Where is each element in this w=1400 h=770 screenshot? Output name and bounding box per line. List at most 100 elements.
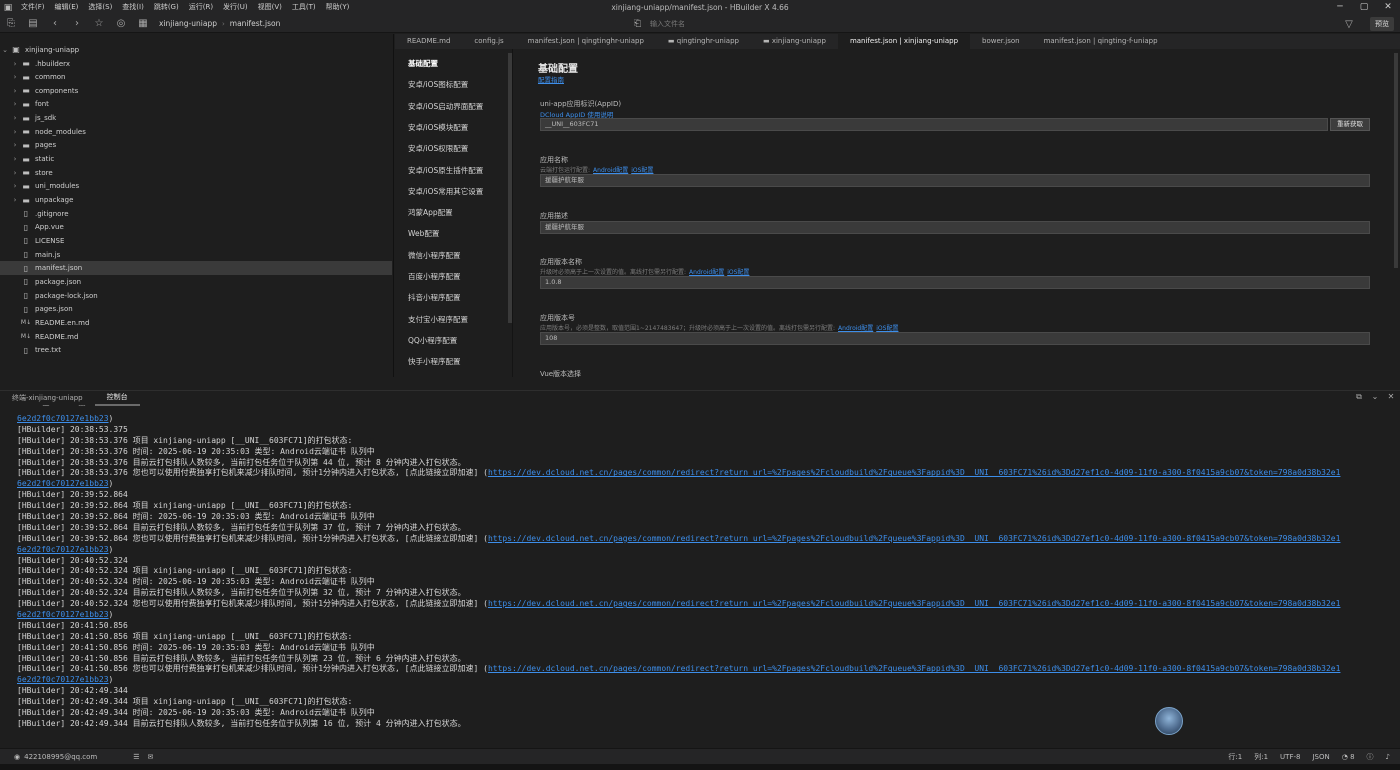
minimize-icon[interactable]: ─ (1328, 0, 1352, 15)
tree-folder[interactable]: › ▬ uni_modules (0, 180, 392, 194)
encoding[interactable]: UTF-8 (1280, 753, 1300, 761)
filter-icon[interactable]: ▽ (1338, 19, 1360, 30)
console-link[interactable]: https://dev.dcloud.net.cn/pages/common/r… (488, 599, 1341, 608)
editor-tab[interactable]: ▬ xinjiang-uniapp (751, 34, 838, 49)
config-nav-item[interactable]: 鸿蒙App配置 (408, 207, 453, 218)
menu-item[interactable]: 帮助(Y) (321, 0, 355, 15)
console-link[interactable]: 6e2d2f0c70127e1bb23 (17, 610, 109, 619)
tree-file[interactable]: ▯ .gitignore (0, 207, 392, 221)
menu-item[interactable]: 查找(I) (117, 0, 149, 15)
version-code-input[interactable]: 108 (540, 332, 1370, 345)
console-link[interactable]: 6e2d2f0c70127e1bb23 (17, 414, 109, 423)
nav-scrollbar[interactable] (508, 53, 512, 323)
app-name-android-link[interactable]: Android配置 (593, 167, 628, 174)
tree-folder[interactable]: › ▬ unpackage (0, 193, 392, 207)
version-name-input[interactable]: 1.0.8 (540, 276, 1370, 289)
menu-item[interactable]: 视图(V) (253, 0, 287, 15)
info-icon[interactable]: ⓘ (1367, 752, 1374, 762)
tree-file[interactable]: ▯ main.js (0, 248, 392, 262)
star-icon[interactable]: ☆ (88, 18, 110, 29)
language-mode[interactable]: JSON (1312, 753, 1329, 761)
config-guide-link[interactable]: 配置指南 (538, 74, 564, 84)
bell-icon[interactable]: ♪ (1386, 753, 1390, 761)
tree-file[interactable]: M↓ README.md (0, 330, 392, 344)
console-link[interactable]: https://dev.dcloud.net.cn/pages/common/r… (488, 534, 1341, 543)
breadcrumb-file[interactable]: manifest.json (225, 19, 286, 28)
config-nav-item[interactable]: Web配置 (408, 228, 439, 239)
tree-folder[interactable]: › ▬ components (0, 84, 392, 98)
menu-item[interactable]: 选择(S) (83, 0, 117, 15)
file-search[interactable]: ⎗ 输入文件名 (634, 17, 774, 31)
tree-file[interactable]: M↓ README.en.md (0, 316, 392, 330)
back-icon[interactable]: ‹ (44, 18, 66, 29)
tab-terminal[interactable]: 终端-xinjiang-uniapp (0, 392, 95, 405)
console-link[interactable]: 6e2d2f0c70127e1bb23 (17, 479, 109, 488)
editor-tab[interactable]: manifest.json | xinjiang-uniapp (837, 34, 971, 49)
editor-tab[interactable]: manifest.json | qingtinghr-uniapp (516, 34, 656, 49)
editor-tab[interactable]: manifest.json | qingting-f-uniapp (1032, 34, 1170, 49)
tree-file[interactable]: ▯ App.vue (0, 221, 392, 235)
tree-folder[interactable]: › ▬ node_modules (0, 125, 392, 139)
menu-item[interactable]: 跳转(G) (149, 0, 184, 15)
breadcrumb-project[interactable]: xinjiang-uniapp (154, 19, 222, 28)
editor-tab[interactable]: config.js (462, 34, 515, 49)
version-name-ios-link[interactable]: iOS配置 (727, 269, 749, 276)
config-nav-item[interactable]: 安卓/iOS模块配置 (408, 122, 468, 133)
cursor-column[interactable]: 列:1 (1254, 752, 1268, 762)
menu-item[interactable]: 文件(F) (16, 0, 50, 15)
tree-folder[interactable]: › ▬ store (0, 166, 392, 180)
editor-tab[interactable]: ▬ qingtinghr-uniapp (656, 34, 751, 49)
menu-item[interactable]: 运行(R) (184, 0, 218, 15)
console-link[interactable]: 6e2d2f0c70127e1bb23 (17, 545, 109, 554)
config-nav-item[interactable]: 支付宝小程序配置 (408, 314, 468, 325)
run-icon[interactable]: ◎ (110, 18, 132, 29)
config-nav-item[interactable]: 安卓/iOS常用其它设置 (408, 186, 483, 197)
tree-file[interactable]: ▯ tree.txt (0, 343, 392, 357)
tree-folder[interactable]: › ▬ .hbuilderx (0, 57, 392, 71)
tree-folder[interactable]: › ▬ common (0, 70, 392, 84)
version-name-android-link[interactable]: Android配置 (689, 269, 724, 276)
maximize-icon[interactable]: ▢ (1352, 0, 1376, 15)
tree-file[interactable]: ▯ package.json (0, 275, 392, 289)
config-nav-item[interactable]: 安卓/iOS启动界面配置 (408, 101, 483, 112)
config-nav-item[interactable]: 快手小程序配置 (408, 356, 461, 367)
config-nav-item[interactable]: 安卓/iOS原生插件配置 (408, 165, 483, 176)
user-account[interactable]: ◉ 422108995@qq.com (0, 753, 97, 761)
tree-root[interactable]: ⌄ ▣ xinjiang-uniapp (0, 43, 392, 57)
form-scrollbar[interactable] (1394, 53, 1398, 268)
tree-file[interactable]: ▯ pages.json (0, 302, 392, 316)
tree-folder[interactable]: › ▬ pages (0, 139, 392, 153)
config-nav-item[interactable]: 安卓/iOS图标配置 (408, 79, 468, 90)
tree-folder[interactable]: › ▬ font (0, 98, 392, 112)
close-icon[interactable]: ✕ (1376, 0, 1400, 15)
maximize-panel-icon[interactable]: ⧉ (1354, 392, 1364, 402)
config-nav-item[interactable]: 基础配置 (408, 58, 438, 69)
tree-folder[interactable]: › ▬ js_sdk (0, 111, 392, 125)
appid-input[interactable]: __UNI__603FC71 (540, 118, 1328, 131)
tab-console[interactable]: 控制台 (94, 391, 140, 406)
app-name-ios-link[interactable]: iOS配置 (631, 167, 653, 174)
console-link[interactable]: https://dev.dcloud.net.cn/pages/common/r… (488, 664, 1341, 673)
file-search-input[interactable]: 输入文件名 (650, 19, 685, 29)
refresh-appid-button[interactable]: 重新获取 (1330, 118, 1370, 131)
editor-tab[interactable]: bower.json (970, 34, 1032, 49)
tree-file[interactable]: ▯ manifest.json (0, 261, 392, 276)
clear-console-icon[interactable]: ✕ (1386, 392, 1396, 402)
config-nav-item[interactable]: 微信小程序配置 (408, 250, 461, 261)
message-icon[interactable]: ✉ (148, 753, 154, 761)
tree-folder[interactable]: › ▬ static (0, 152, 392, 166)
editor-tab[interactable]: README.md (395, 34, 462, 49)
tree-file[interactable]: ▯ LICENSE (0, 234, 392, 248)
menu-item[interactable]: 发行(U) (218, 0, 253, 15)
assistant-avatar[interactable] (1155, 707, 1183, 735)
console-link[interactable]: https://dev.dcloud.net.cn/pages/common/r… (488, 468, 1341, 477)
config-nav-item[interactable]: 抖音小程序配置 (408, 292, 461, 303)
list-icon[interactable]: ☰ (133, 753, 139, 761)
menu-item[interactable]: 工具(T) (287, 0, 321, 15)
version-code-android-link[interactable]: Android配置 (838, 325, 873, 332)
tree-file[interactable]: ▯ package-lock.json (0, 289, 392, 303)
chevron-down-icon[interactable]: ⌄ (1370, 392, 1380, 402)
forward-icon[interactable]: › (66, 18, 88, 29)
config-nav-item[interactable]: 百度小程序配置 (408, 271, 461, 282)
config-nav-item[interactable]: QQ小程序配置 (408, 335, 457, 346)
